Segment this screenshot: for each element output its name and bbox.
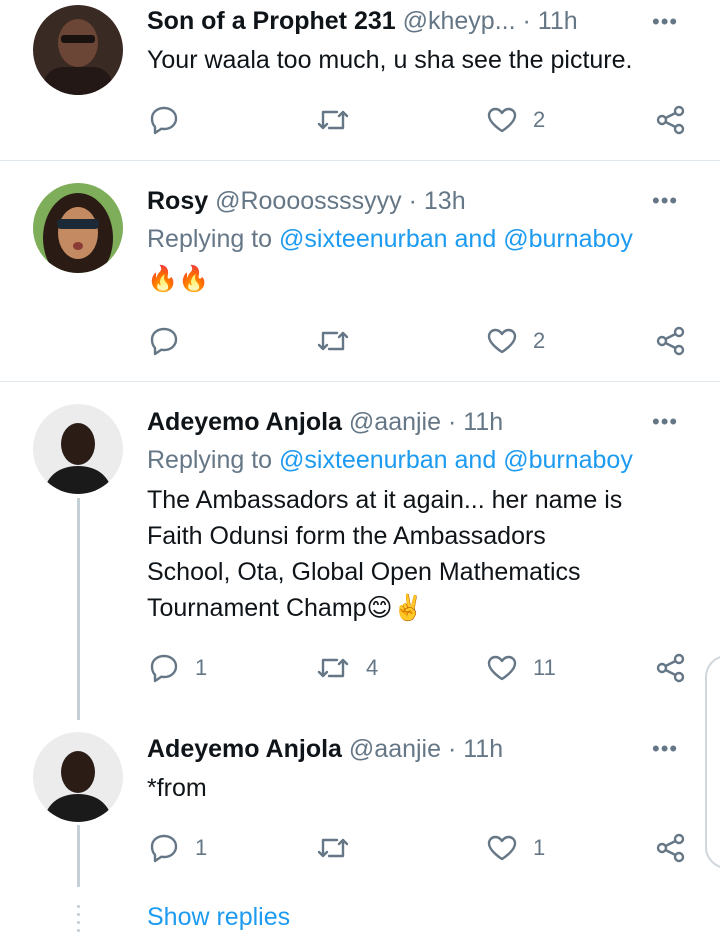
tweet-text: The Ambassadors at it again... her name … (147, 482, 707, 626)
user-handle[interactable]: @aanjie (349, 735, 441, 763)
display-name[interactable]: Rosy (147, 187, 208, 215)
display-name[interactable]: Son of a Prophet 231 (147, 7, 396, 35)
tweet-header: Adeyemo Anjola @aanjie · 11h (147, 734, 503, 764)
reply-count: 1 (195, 655, 208, 680)
display-name[interactable]: Adeyemo Anjola (147, 408, 342, 436)
user-handle[interactable]: @kheyp... (403, 7, 516, 35)
reply-context: Replying to @sixteenurban and @burnaboy (147, 442, 707, 478)
reply-context: Replying to @sixteenurban and @burnaboy (147, 221, 707, 257)
show-replies-link[interactable]: Show replies (147, 903, 290, 932)
action-bar: 2 (0, 321, 720, 361)
user-handle[interactable]: @Roooossssyyy (215, 187, 402, 215)
retweet-icon (317, 658, 349, 678)
reply-icon (150, 834, 178, 863)
tweet-header: Son of a Prophet 231 @kheyp... · 11h (147, 6, 578, 36)
separator-dot: · (408, 187, 417, 215)
action-bar: 1 4 11 (0, 648, 720, 688)
like-count: 1 (533, 835, 546, 860)
share-button[interactable] (655, 100, 687, 140)
timestamp[interactable]: 11h (538, 7, 578, 35)
more-options-icon[interactable]: ••• (652, 738, 678, 760)
tweet-4[interactable]: Adeyemo Anjola @aanjie · 11h ••• *from 1… (0, 722, 720, 892)
heart-icon (487, 107, 517, 133)
reply-icon (150, 106, 178, 135)
avatar[interactable] (33, 404, 123, 494)
like-count: 2 (533, 328, 546, 353)
timestamp[interactable]: 11h (463, 408, 503, 436)
reply-icon (150, 327, 178, 356)
mention-link[interactable]: @sixteenurban (279, 446, 448, 474)
reply-button[interactable]: 1 (148, 828, 207, 868)
reply-icon (150, 654, 178, 683)
replying-to-label: Replying to (147, 446, 273, 474)
tweet-text-line: Tournament Champ😊✌️ (147, 594, 424, 622)
display-name[interactable]: Adeyemo Anjola (147, 735, 342, 763)
tweet-text: Your waala too much, u sha see the pictu… (147, 46, 633, 74)
reply-button[interactable] (148, 321, 195, 361)
retweet-button[interactable]: 4 (315, 648, 378, 688)
share-button[interactable] (655, 321, 687, 361)
more-options-icon[interactable]: ••• (652, 11, 678, 33)
retweet-count: 4 (366, 655, 379, 680)
retweet-icon (317, 331, 349, 351)
user-handle[interactable]: @aanjie (349, 408, 441, 436)
timestamp[interactable]: 13h (424, 187, 466, 215)
tweet-1[interactable]: Son of a Prophet 231 @kheyp... · 11h •••… (0, 0, 720, 160)
like-count: 2 (533, 107, 546, 132)
tweet-text-line: Faith Odunsi form the Ambassadors (147, 522, 546, 550)
share-icon (656, 105, 685, 135)
tweet-2[interactable]: Rosy @Roooossssyyy · 13h ••• Replying to… (0, 161, 720, 381)
reply-button[interactable] (148, 100, 195, 140)
mention-link[interactable]: @sixteenurban (279, 225, 448, 253)
tweet-header: Adeyemo Anjola @aanjie · 11h (147, 407, 503, 437)
heart-icon (487, 328, 517, 354)
tweet-text-line: School, Ota, Global Open Mathematics (147, 558, 581, 586)
reply-count: 1 (195, 835, 208, 860)
separator-dot: · (522, 7, 531, 35)
share-icon (656, 833, 685, 863)
mention-link[interactable]: @burnaboy (503, 446, 633, 474)
heart-icon (487, 835, 517, 861)
tweet-text-line: The Ambassadors at it again... her name … (147, 486, 623, 514)
and-text: and (454, 225, 497, 253)
separator-dot: · (447, 408, 457, 436)
more-options-icon[interactable]: ••• (652, 411, 678, 433)
mention-link[interactable]: @burnaboy (503, 225, 633, 253)
more-options-icon[interactable]: ••• (652, 190, 678, 212)
share-icon (656, 653, 685, 683)
retweet-icon (317, 838, 349, 858)
like-button[interactable]: 11 (486, 648, 556, 688)
share-icon (656, 326, 685, 356)
retweet-button[interactable] (315, 828, 366, 868)
replying-to-label: Replying to (147, 225, 273, 253)
like-button[interactable]: 2 (486, 321, 545, 361)
retweet-button[interactable] (315, 100, 366, 140)
tweet-text: 🔥🔥 (147, 265, 210, 293)
action-bar: 1 1 (0, 828, 720, 868)
avatar[interactable] (33, 183, 123, 273)
like-button[interactable]: 2 (486, 100, 545, 140)
thread-dots (77, 905, 80, 937)
separator-dot: · (447, 735, 457, 763)
timestamp[interactable]: 11h (463, 735, 503, 763)
tweet-text: *from (147, 774, 207, 802)
reply-button[interactable]: 1 (148, 648, 207, 688)
like-button[interactable]: 1 (486, 828, 545, 868)
retweet-button[interactable] (315, 321, 366, 361)
retweet-icon (317, 110, 349, 130)
floating-edge-handle[interactable] (705, 655, 720, 869)
heart-icon (487, 655, 517, 681)
avatar[interactable] (33, 732, 123, 822)
share-button[interactable] (655, 828, 687, 868)
share-button[interactable] (655, 648, 687, 688)
avatar[interactable] (33, 5, 123, 95)
like-count: 11 (533, 655, 556, 680)
tweet-header: Rosy @Roooossssyyy · 13h (147, 186, 466, 216)
tweet-3[interactable]: Adeyemo Anjola @aanjie · 11h ••• Replyin… (0, 382, 720, 722)
action-bar: 2 (0, 100, 720, 140)
and-text: and (454, 446, 497, 474)
